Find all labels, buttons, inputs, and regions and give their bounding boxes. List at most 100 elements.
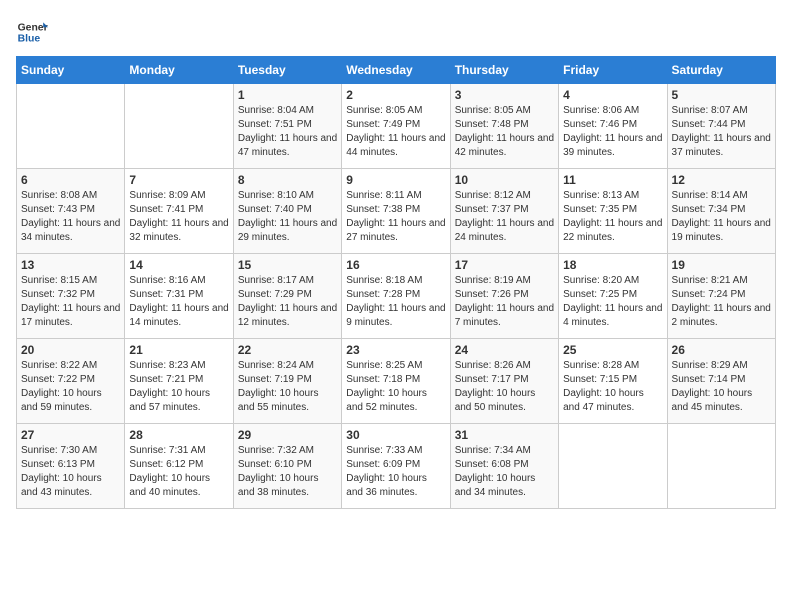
calendar-cell: 27 Sunrise: 7:30 AM Sunset: 6:13 PM Dayli… (17, 424, 125, 509)
calendar-cell (17, 84, 125, 169)
day-info: Sunrise: 8:07 AM Sunset: 7:44 PM Dayligh… (672, 104, 771, 160)
day-info: Sunrise: 8:04 AM Sunset: 7:51 PM Dayligh… (238, 104, 337, 160)
calendar-cell (125, 84, 233, 169)
calendar-cell: 2 Sunrise: 8:05 AM Sunset: 7:49 PM Daylig… (342, 84, 450, 169)
day-number: 27 (21, 428, 120, 442)
calendar-cell: 25 Sunrise: 8:28 AM Sunset: 7:15 PM Dayli… (559, 339, 667, 424)
day-number: 20 (21, 343, 120, 357)
day-number: 22 (238, 343, 337, 357)
calendar-cell: 12 Sunrise: 8:14 AM Sunset: 7:34 PM Dayli… (667, 169, 775, 254)
calendar-week-3: 13 Sunrise: 8:15 AM Sunset: 7:32 PM Dayli… (17, 254, 776, 339)
day-info: Sunrise: 8:05 AM Sunset: 7:48 PM Dayligh… (455, 104, 554, 160)
calendar-cell: 24 Sunrise: 8:26 AM Sunset: 7:17 PM Dayli… (450, 339, 558, 424)
day-number: 25 (563, 343, 662, 357)
day-info: Sunrise: 8:19 AM Sunset: 7:26 PM Dayligh… (455, 274, 554, 330)
day-number: 19 (672, 258, 771, 272)
weekday-header-monday: Monday (125, 57, 233, 84)
day-info: Sunrise: 8:16 AM Sunset: 7:31 PM Dayligh… (129, 274, 228, 330)
day-number: 8 (238, 173, 337, 187)
day-info: Sunrise: 8:24 AM Sunset: 7:19 PM Dayligh… (238, 359, 337, 415)
page-header: General Blue (16, 16, 776, 48)
calendar-cell: 11 Sunrise: 8:13 AM Sunset: 7:35 PM Dayli… (559, 169, 667, 254)
day-number: 14 (129, 258, 228, 272)
day-number: 11 (563, 173, 662, 187)
calendar-cell: 18 Sunrise: 8:20 AM Sunset: 7:25 PM Dayli… (559, 254, 667, 339)
calendar-cell: 13 Sunrise: 8:15 AM Sunset: 7:32 PM Dayli… (17, 254, 125, 339)
day-info: Sunrise: 7:31 AM Sunset: 6:12 PM Dayligh… (129, 444, 228, 500)
day-info: Sunrise: 8:15 AM Sunset: 7:32 PM Dayligh… (21, 274, 120, 330)
day-number: 15 (238, 258, 337, 272)
day-number: 24 (455, 343, 554, 357)
calendar-cell: 14 Sunrise: 8:16 AM Sunset: 7:31 PM Dayli… (125, 254, 233, 339)
calendar-cell: 9Sunrise: 8:11 AM Sunset: 7:38 PM Daylig… (342, 169, 450, 254)
calendar-cell: 23 Sunrise: 8:25 AM Sunset: 7:18 PM Dayli… (342, 339, 450, 424)
day-number: 1 (238, 88, 337, 102)
day-number: 10 (455, 173, 554, 187)
calendar-cell: 8Sunrise: 8:10 AM Sunset: 7:40 PM Daylig… (233, 169, 341, 254)
day-info: Sunrise: 8:25 AM Sunset: 7:18 PM Dayligh… (346, 359, 445, 415)
day-number: 9 (346, 173, 445, 187)
calendar-cell (559, 424, 667, 509)
calendar-week-2: 6Sunrise: 8:08 AM Sunset: 7:43 PM Daylig… (17, 169, 776, 254)
day-number: 30 (346, 428, 445, 442)
calendar-cell: 28 Sunrise: 7:31 AM Sunset: 6:12 PM Dayli… (125, 424, 233, 509)
day-info: Sunrise: 8:21 AM Sunset: 7:24 PM Dayligh… (672, 274, 771, 330)
day-number: 18 (563, 258, 662, 272)
day-number: 21 (129, 343, 228, 357)
calendar-week-4: 20 Sunrise: 8:22 AM Sunset: 7:22 PM Dayli… (17, 339, 776, 424)
day-info: Sunrise: 8:06 AM Sunset: 7:46 PM Dayligh… (563, 104, 662, 160)
day-number: 7 (129, 173, 228, 187)
day-info: Sunrise: 7:30 AM Sunset: 6:13 PM Dayligh… (21, 444, 120, 500)
calendar-cell: 4 Sunrise: 8:06 AM Sunset: 7:46 PM Daylig… (559, 84, 667, 169)
day-number: 31 (455, 428, 554, 442)
day-info: Sunrise: 8:05 AM Sunset: 7:49 PM Dayligh… (346, 104, 445, 160)
day-info: Sunrise: 8:12 AM Sunset: 7:37 PM Dayligh… (455, 189, 554, 245)
day-info: Sunrise: 8:28 AM Sunset: 7:15 PM Dayligh… (563, 359, 662, 415)
day-info: Sunrise: 8:23 AM Sunset: 7:21 PM Dayligh… (129, 359, 228, 415)
day-info: Sunrise: 8:13 AM Sunset: 7:35 PM Dayligh… (563, 189, 662, 245)
weekday-header-thursday: Thursday (450, 57, 558, 84)
day-number: 17 (455, 258, 554, 272)
calendar-cell: 15 Sunrise: 8:17 AM Sunset: 7:29 PM Dayli… (233, 254, 341, 339)
day-info: Sunrise: 7:33 AM Sunset: 6:09 PM Dayligh… (346, 444, 445, 500)
calendar-cell: 1 Sunrise: 8:04 AM Sunset: 7:51 PM Daylig… (233, 84, 341, 169)
calendar-cell: 26 Sunrise: 8:29 AM Sunset: 7:14 PM Dayli… (667, 339, 775, 424)
weekday-header-tuesday: Tuesday (233, 57, 341, 84)
day-number: 29 (238, 428, 337, 442)
day-info: Sunrise: 7:34 AM Sunset: 6:08 PM Dayligh… (455, 444, 554, 500)
calendar-cell: 30 Sunrise: 7:33 AM Sunset: 6:09 PM Dayli… (342, 424, 450, 509)
calendar-week-5: 27 Sunrise: 7:30 AM Sunset: 6:13 PM Dayli… (17, 424, 776, 509)
day-number: 13 (21, 258, 120, 272)
calendar-cell: 22 Sunrise: 8:24 AM Sunset: 7:19 PM Dayli… (233, 339, 341, 424)
weekday-header-friday: Friday (559, 57, 667, 84)
day-info: Sunrise: 8:14 AM Sunset: 7:34 PM Dayligh… (672, 189, 771, 245)
calendar-cell: 29 Sunrise: 7:32 AM Sunset: 6:10 PM Dayli… (233, 424, 341, 509)
weekday-header-saturday: Saturday (667, 57, 775, 84)
day-info: Sunrise: 8:26 AM Sunset: 7:17 PM Dayligh… (455, 359, 554, 415)
day-number: 4 (563, 88, 662, 102)
day-number: 12 (672, 173, 771, 187)
day-number: 16 (346, 258, 445, 272)
logo: General Blue (16, 16, 48, 48)
day-number: 23 (346, 343, 445, 357)
day-info: Sunrise: 8:18 AM Sunset: 7:28 PM Dayligh… (346, 274, 445, 330)
day-info: Sunrise: 7:32 AM Sunset: 6:10 PM Dayligh… (238, 444, 337, 500)
logo-icon: General Blue (16, 16, 48, 48)
day-number: 2 (346, 88, 445, 102)
day-info: Sunrise: 8:09 AM Sunset: 7:41 PM Dayligh… (129, 189, 228, 245)
day-info: Sunrise: 8:29 AM Sunset: 7:14 PM Dayligh… (672, 359, 771, 415)
calendar-cell: 6Sunrise: 8:08 AM Sunset: 7:43 PM Daylig… (17, 169, 125, 254)
calendar-cell: 5 Sunrise: 8:07 AM Sunset: 7:44 PM Daylig… (667, 84, 775, 169)
day-info: Sunrise: 8:22 AM Sunset: 7:22 PM Dayligh… (21, 359, 120, 415)
calendar-cell: 10 Sunrise: 8:12 AM Sunset: 7:37 PM Dayli… (450, 169, 558, 254)
day-info: Sunrise: 8:20 AM Sunset: 7:25 PM Dayligh… (563, 274, 662, 330)
day-number: 28 (129, 428, 228, 442)
calendar-cell: 21 Sunrise: 8:23 AM Sunset: 7:21 PM Dayli… (125, 339, 233, 424)
weekday-header-wednesday: Wednesday (342, 57, 450, 84)
day-info: Sunrise: 8:17 AM Sunset: 7:29 PM Dayligh… (238, 274, 337, 330)
day-number: 5 (672, 88, 771, 102)
day-number: 3 (455, 88, 554, 102)
calendar-cell: 17 Sunrise: 8:19 AM Sunset: 7:26 PM Dayli… (450, 254, 558, 339)
svg-text:Blue: Blue (18, 34, 41, 45)
day-number: 26 (672, 343, 771, 357)
